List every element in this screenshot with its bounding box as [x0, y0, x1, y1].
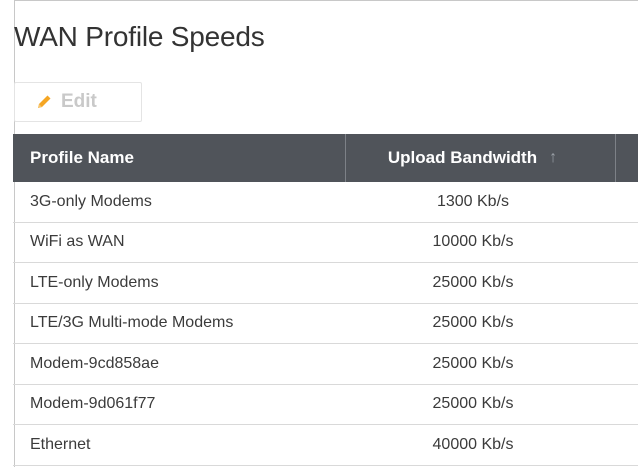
upload-bandwidth-cell: 40000 Kb/s [432, 435, 514, 453]
profile-name-cell: WiFi as WAN [30, 233, 125, 251]
column-header-label: Profile Name [30, 148, 134, 167]
profile-name-cell: Ethernet [30, 435, 91, 453]
column-header-label: Upload Bandwidth [387, 148, 538, 167]
table-header: Profile Name Upload Bandwidth ↑ [13, 134, 638, 182]
edit-button[interactable]: Edit [14, 82, 142, 122]
profile-name-cell: Modem-9d061f77 [30, 395, 156, 413]
sort-ascending-icon[interactable]: ↑ [549, 149, 557, 167]
pencil-icon [35, 93, 53, 111]
profile-name-cell: 3G-only Modems [30, 192, 152, 210]
column-header-overflow [616, 134, 638, 182]
profile-name-cell: LTE/3G Multi-mode Modems [30, 314, 234, 332]
table-row[interactable]: Modem-9d061f77 25000 Kb/s [13, 385, 638, 425]
edit-button-label: Edit [61, 91, 97, 112]
column-header-profile-name[interactable]: Profile Name [13, 134, 346, 182]
profile-name-cell: Modem-9cd858ae [30, 354, 159, 372]
table-row[interactable]: WiFi as WAN 10000 Kb/s [13, 223, 638, 263]
column-header-upload-bandwidth[interactable]: Upload Bandwidth ↑ [346, 134, 616, 182]
upload-bandwidth-cell: 25000 Kb/s [432, 395, 514, 413]
table-row[interactable]: LTE-only Modems 25000 Kb/s [13, 263, 638, 304]
upload-bandwidth-cell: 25000 Kb/s [432, 273, 514, 291]
profile-name-cell: LTE-only Modems [30, 273, 159, 291]
wan-profile-table: Profile Name Upload Bandwidth ↑ 3G-only … [13, 134, 638, 466]
upload-bandwidth-cell: 10000 Kb/s [432, 233, 514, 251]
table-row[interactable]: Modem-9cd858ae 25000 Kb/s [13, 344, 638, 385]
table-row[interactable]: 3G-only Modems 1300 Kb/s [13, 182, 638, 223]
upload-bandwidth-cell: 1300 Kb/s [436, 192, 510, 210]
page-title: WAN Profile Speeds [14, 21, 265, 52]
table-row[interactable]: Ethernet 40000 Kb/s [13, 425, 638, 466]
upload-bandwidth-cell: 25000 Kb/s [432, 314, 514, 332]
upload-bandwidth-cell: 25000 Kb/s [432, 354, 514, 372]
table-row[interactable]: LTE/3G Multi-mode Modems 25000 Kb/s [13, 304, 638, 344]
